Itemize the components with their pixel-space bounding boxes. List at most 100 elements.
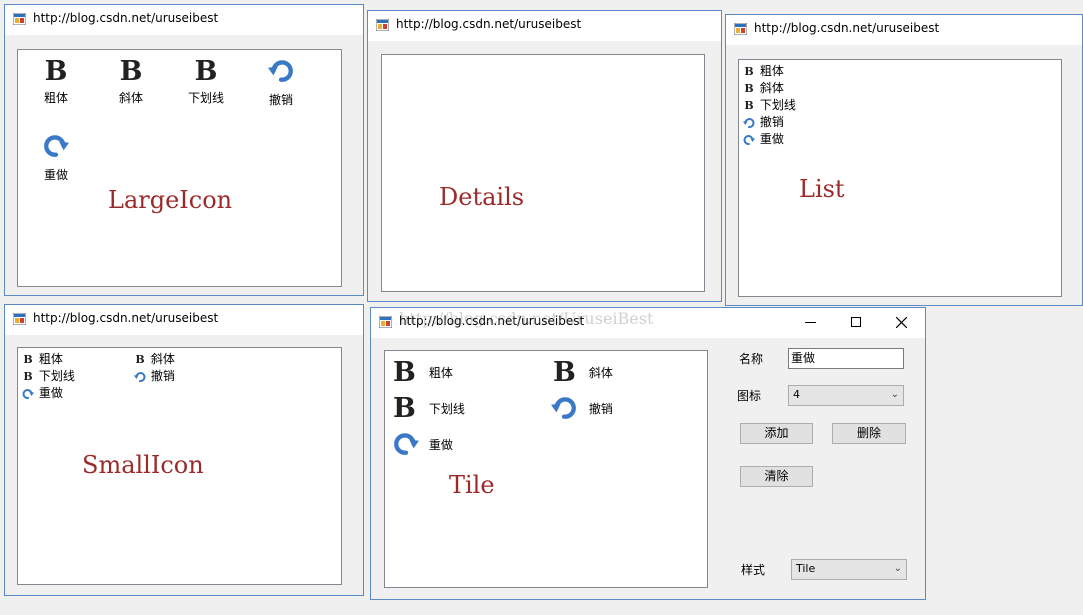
caption-list: List <box>799 175 845 203</box>
list-item[interactable]: B 粗体 <box>21 350 63 367</box>
delete-button[interactable]: 删除 <box>832 423 906 444</box>
caption-tile: Tile <box>449 471 495 499</box>
list-item[interactable]: B 斜体 <box>742 79 784 96</box>
caption-largeicon: LargeIcon <box>108 186 233 214</box>
item-label: 粗体 <box>759 64 784 78</box>
item-label: 粗体 <box>38 352 63 366</box>
minimize-icon[interactable] <box>805 322 816 323</box>
title-bar[interactable]: http://blog.csdn.net/uruseibest <box>5 5 363 35</box>
list-item[interactable]: B 粗体 <box>742 62 784 79</box>
bold-icon: B <box>23 353 33 366</box>
list-item[interactable]: B 斜体 <box>106 58 156 106</box>
watermark: http://blog.csdn.net/UruseiBest <box>399 309 654 328</box>
listview-smallicon[interactable]: B 粗体 B 斜体 B 下划线 撤销 重做 SmallIcon <box>17 347 342 585</box>
app-icon <box>376 19 389 31</box>
bold-icon: B <box>744 65 754 78</box>
listview-tile[interactable]: B 粗体 B 斜体 B 下划线 撤销 重做 Tile <box>384 350 708 588</box>
item-label: 斜体 <box>588 366 613 380</box>
item-label: 撤销 <box>588 401 613 416</box>
bold-icon: B <box>744 99 754 112</box>
window-title: http://blog.csdn.net/uruseibest <box>33 311 219 325</box>
close-icon[interactable] <box>896 317 907 328</box>
caption-details: Details <box>439 183 525 211</box>
undo-icon <box>742 117 756 129</box>
window-details: http://blog.csdn.net/uruseibest Details <box>367 10 722 302</box>
redo-icon <box>742 134 756 146</box>
bold-icon: B <box>393 393 416 424</box>
list-item[interactable]: B 粗体 <box>31 58 81 106</box>
app-icon <box>379 316 392 328</box>
undo-icon <box>268 58 294 84</box>
bold-icon: B <box>44 56 68 87</box>
icon-select[interactable]: 4 ⌄ <box>788 385 904 406</box>
window-smallicon: http://blog.csdn.net/uruseibest B 粗体 B 斜… <box>4 304 364 596</box>
window-title: http://blog.csdn.net/uruseibest <box>396 17 582 31</box>
style-select[interactable]: Tile ⌄ <box>791 559 907 580</box>
list-item[interactable]: B 下划线 <box>181 58 231 106</box>
list-item[interactable]: B 粗体 <box>393 359 453 386</box>
item-label: 粗体 <box>43 91 68 105</box>
app-icon <box>13 13 26 25</box>
item-label: 重做 <box>38 386 63 400</box>
list-item[interactable]: 撤销 <box>133 367 175 384</box>
item-label: 粗体 <box>428 366 453 380</box>
list-item[interactable]: 重做 <box>393 431 453 457</box>
listview-details[interactable]: Details <box>381 54 705 292</box>
list-item[interactable]: B 下划线 <box>21 367 75 384</box>
item-label: 斜体 <box>118 91 143 105</box>
bold-icon: B <box>135 353 145 366</box>
redo-icon <box>21 388 35 400</box>
list-item[interactable]: B 下划线 <box>393 395 465 422</box>
list-item[interactable]: B 下划线 <box>742 96 796 113</box>
window-list: http://blog.csdn.net/uruseibest B 粗体 B 斜… <box>725 14 1083 306</box>
chevron-down-icon: ⌄ <box>893 563 902 574</box>
style-label: 样式 <box>741 563 766 577</box>
bold-icon: B <box>553 357 576 388</box>
item-label: 撤销 <box>268 93 293 107</box>
maximize-icon[interactable] <box>851 317 861 327</box>
add-button[interactable]: 添加 <box>740 423 813 444</box>
title-bar[interactable]: http://blog.csdn.net/uruseibest <box>726 15 1082 45</box>
redo-icon <box>43 133 69 159</box>
list-item[interactable]: 撤销 <box>551 395 613 421</box>
item-label: 下划线 <box>759 98 796 112</box>
list-item[interactable]: B 斜体 <box>553 359 613 386</box>
undo-icon <box>133 371 147 383</box>
title-bar[interactable]: http://blog.csdn.net/uruseibest <box>5 305 363 335</box>
list-item[interactable]: 撤销 <box>256 58 306 108</box>
item-label: 斜体 <box>150 352 175 366</box>
window-title: http://blog.csdn.net/uruseibest <box>33 11 219 25</box>
list-item[interactable]: 重做 <box>742 130 784 147</box>
item-label: 下划线 <box>187 91 224 105</box>
list-item[interactable]: 重做 <box>21 384 63 401</box>
title-bar[interactable]: http://blog.csdn.net/uruseibest <box>368 11 721 41</box>
item-label: 重做 <box>759 132 784 146</box>
undo-icon <box>551 395 577 421</box>
bold-icon: B <box>194 56 218 87</box>
window-title: http://blog.csdn.net/uruseibest <box>754 21 940 35</box>
list-item[interactable]: 撤销 <box>742 113 784 130</box>
item-label: 重做 <box>43 168 68 182</box>
item-label: 下划线 <box>428 402 465 416</box>
item-label: 斜体 <box>759 81 784 95</box>
bold-icon: B <box>393 357 416 388</box>
name-label: 名称 <box>739 352 764 366</box>
list-item[interactable]: B 斜体 <box>133 350 175 367</box>
item-label: 下划线 <box>38 369 75 383</box>
clear-button[interactable]: 清除 <box>740 466 813 487</box>
name-input[interactable]: 重做 <box>788 348 904 369</box>
app-icon <box>734 23 747 35</box>
bold-icon: B <box>744 82 754 95</box>
item-label: 撤销 <box>150 369 175 383</box>
style-select-value: Tile <box>796 562 816 575</box>
caption-smallicon: SmallIcon <box>82 451 204 479</box>
redo-icon <box>393 431 419 457</box>
item-label: 重做 <box>428 437 453 452</box>
list-item[interactable]: 重做 <box>31 133 81 183</box>
listview-list[interactable]: B 粗体 B 斜体 B 下划线 撤销 重做 List <box>738 59 1062 297</box>
icon-label: 图标 <box>737 389 762 403</box>
listview-largeicon[interactable]: B 粗体 B 斜体 B 下划线 撤销 重做 LargeIcon <box>17 49 342 287</box>
window-tile: http://blog.csdn.net/uruseibest http://b… <box>370 307 926 600</box>
icon-select-value: 4 <box>793 388 800 401</box>
window-largeicon: http://blog.csdn.net/uruseibest B 粗体 B 斜… <box>4 4 364 296</box>
